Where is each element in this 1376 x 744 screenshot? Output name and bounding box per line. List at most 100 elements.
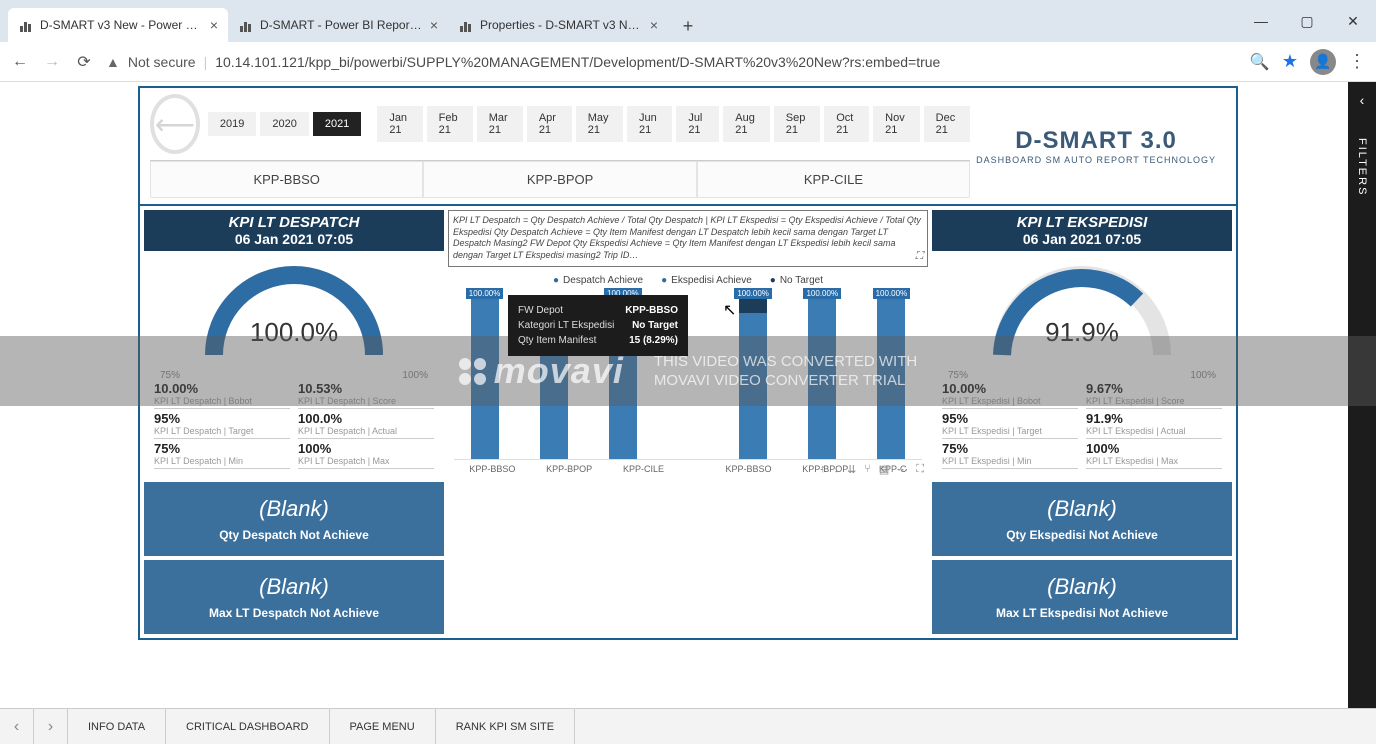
kpi-value: 75% xyxy=(154,441,290,456)
year-button[interactable]: 2020 xyxy=(260,112,308,136)
close-icon[interactable]: × xyxy=(430,17,438,33)
maximize-icon[interactable]: ▢ xyxy=(1284,0,1330,42)
card-label: Max LT Ekspedisi Not Achieve xyxy=(936,606,1228,620)
kpi-value: 100.0% xyxy=(298,411,434,426)
bar-label: 100.00% xyxy=(803,288,841,299)
close-icon[interactable]: ✕ xyxy=(1330,0,1376,42)
kpi-value: 10.00% xyxy=(154,381,290,396)
security-label: Not secure xyxy=(128,54,196,70)
description-text: KPI LT Despatch = Qty Despatch Achieve /… xyxy=(453,215,921,260)
window-controls: ― ▢ ✕ xyxy=(1238,0,1376,42)
site-slicer: KPP-BBSO KPP-BPOP KPP-CILE xyxy=(150,160,970,198)
address-bar[interactable]: ▲ Not secure | 10.14.101.121/kpp_bi/powe… xyxy=(106,54,1238,70)
kpi-label: KPI LT Despatch | Actual xyxy=(298,426,434,439)
url-text: 10.14.101.121/kpp_bi/powerbi/SUPPLY%20MA… xyxy=(215,54,940,70)
card-ekspedisi-max: (Blank) Max LT Ekspedisi Not Achieve xyxy=(932,560,1232,634)
legend-item: Despatch Achieve xyxy=(553,275,643,286)
reload-icon[interactable]: ⟳ xyxy=(74,52,94,72)
year-button[interactable]: 2021 xyxy=(313,112,361,136)
focus-icon[interactable]: ⛶ xyxy=(915,249,923,263)
filters-panel-collapsed[interactable]: ‹ FILTERS xyxy=(1348,82,1376,708)
tooltip-key: Kategori LT Ekspedisi xyxy=(518,318,614,333)
close-icon[interactable]: × xyxy=(210,17,218,33)
kpi-label: KPI LT Ekspedisi | Score xyxy=(1086,396,1222,409)
site-button[interactable]: KPP-CILE xyxy=(697,161,970,198)
not-secure-icon: ▲ xyxy=(106,54,120,70)
chart-tooltip: FW DepotKPP-BBSO Kategori LT EkspedisiNo… xyxy=(508,295,688,356)
panel-title: KPI LT DESPATCH xyxy=(144,214,444,231)
kpi-value: 95% xyxy=(154,411,290,426)
filter-icon[interactable]: ▤ xyxy=(879,463,889,476)
site-button[interactable]: KPP-BBSO xyxy=(150,161,423,198)
page-tab[interactable]: CRITICAL DASHBOARD xyxy=(166,709,329,744)
month-button[interactable]: Aug 21 xyxy=(723,106,770,142)
year-button[interactable]: 2019 xyxy=(208,112,256,136)
kpi-label: KPI LT Despatch | Score xyxy=(298,396,434,409)
chevron-left-icon[interactable]: ‹ xyxy=(1360,92,1365,108)
close-icon[interactable]: × xyxy=(650,17,658,33)
card-label: Qty Despatch Not Achieve xyxy=(148,528,440,542)
expand-icon[interactable]: ⇊ xyxy=(847,463,856,476)
xaxis-label: KPP-CILE xyxy=(623,464,664,474)
tab-favicon xyxy=(238,18,252,32)
legend-item: No Target xyxy=(770,275,823,286)
gauge-max: 100% xyxy=(402,370,428,381)
drill-up-icon[interactable]: ↑ xyxy=(820,463,826,476)
card-value: (Blank) xyxy=(936,496,1228,522)
drill-down-icon[interactable]: ↓ xyxy=(834,463,840,476)
new-tab-button[interactable]: + xyxy=(674,12,702,40)
gauge-min: 75% xyxy=(160,370,180,381)
card-value: (Blank) xyxy=(148,574,440,600)
chart-legend: Despatch Achieve Ekspedisi Achieve No Ta… xyxy=(454,275,922,286)
minimize-icon[interactable]: ― xyxy=(1238,0,1284,42)
page-tabs: ‹ › INFO DATA CRITICAL DASHBOARD PAGE ME… xyxy=(0,708,1376,744)
back-arrow-button[interactable]: ⟵ xyxy=(150,94,200,154)
mouse-cursor-icon: ↖ xyxy=(723,300,736,320)
month-slicer: Jan 21 Feb 21 Mar 21 Apr 21 May 21 Jun 2… xyxy=(377,106,970,142)
filters-label: FILTERS xyxy=(1356,138,1368,196)
site-button[interactable]: KPP-BPOP xyxy=(423,161,696,198)
month-button[interactable]: May 21 xyxy=(576,106,623,142)
month-button[interactable]: Jul 21 xyxy=(676,106,719,142)
browser-tab-1[interactable]: D-SMART v3 New - Power BI Rep × xyxy=(8,8,228,42)
tab-title: Properties - D-SMART v3 New - xyxy=(480,18,642,32)
tab-favicon xyxy=(18,18,32,32)
month-button[interactable]: Sep 21 xyxy=(774,106,821,142)
prev-page-icon[interactable]: ‹ xyxy=(0,709,34,744)
profile-avatar[interactable]: 👤 xyxy=(1310,49,1336,75)
month-button[interactable]: Apr 21 xyxy=(527,106,572,142)
chart-area[interactable]: Despatch Achieve Ekspedisi Achieve No Ta… xyxy=(448,271,928,478)
month-button[interactable]: Jun 21 xyxy=(627,106,672,142)
forward-icon[interactable]: → xyxy=(42,52,62,72)
next-page-icon[interactable]: › xyxy=(34,709,68,744)
card-value: (Blank) xyxy=(148,496,440,522)
menu-icon[interactable]: ⋮ xyxy=(1348,51,1366,72)
month-button[interactable]: Oct 21 xyxy=(824,106,869,142)
month-button[interactable]: Mar 21 xyxy=(477,106,523,142)
kpi-value: 10.00% xyxy=(942,381,1078,396)
focus-icon[interactable]: ⛶ xyxy=(916,463,924,476)
page-tab[interactable]: PAGE MENU xyxy=(330,709,436,744)
browser-tab-2[interactable]: D-SMART - Power BI Report Ser × xyxy=(228,8,448,42)
kpi-label: KPI LT Despatch | Bobot xyxy=(154,396,290,409)
kpi-value: 9.67% xyxy=(1086,381,1222,396)
header-slicer-row: ⟵ 2019 2020 2021 Jan 21 Feb 21 Mar 21 Ap… xyxy=(140,88,1236,206)
page-tab[interactable]: INFO DATA xyxy=(68,709,166,744)
month-button[interactable]: Jan 21 xyxy=(377,106,422,142)
back-icon[interactable]: ← xyxy=(10,52,30,72)
page-tab[interactable]: RANK KPI SM SITE xyxy=(436,709,575,744)
bookmark-icon[interactable]: ★ xyxy=(1282,51,1298,72)
brand-logo: D-SMART 3.0 xyxy=(976,127,1216,155)
search-icon[interactable]: 🔍 xyxy=(1250,52,1270,72)
month-button[interactable]: Dec 21 xyxy=(924,106,970,142)
month-button[interactable]: Feb 21 xyxy=(427,106,473,142)
more-icon[interactable]: ⋯ xyxy=(897,463,908,476)
browser-tab-3[interactable]: Properties - D-SMART v3 New - × xyxy=(448,8,668,42)
bar-label: 100.00% xyxy=(873,288,911,299)
description-box: KPI LT Despatch = Qty Despatch Achieve /… xyxy=(448,210,928,267)
kpi-label: KPI LT Ekspedisi | Max xyxy=(1086,456,1222,469)
gauge-ekspedisi: 91.9% 75% 100% xyxy=(932,251,1232,381)
legend-item: Ekspedisi Achieve xyxy=(661,275,752,286)
hierarchy-icon[interactable]: ⑂ xyxy=(864,463,871,476)
month-button[interactable]: Nov 21 xyxy=(873,106,919,142)
